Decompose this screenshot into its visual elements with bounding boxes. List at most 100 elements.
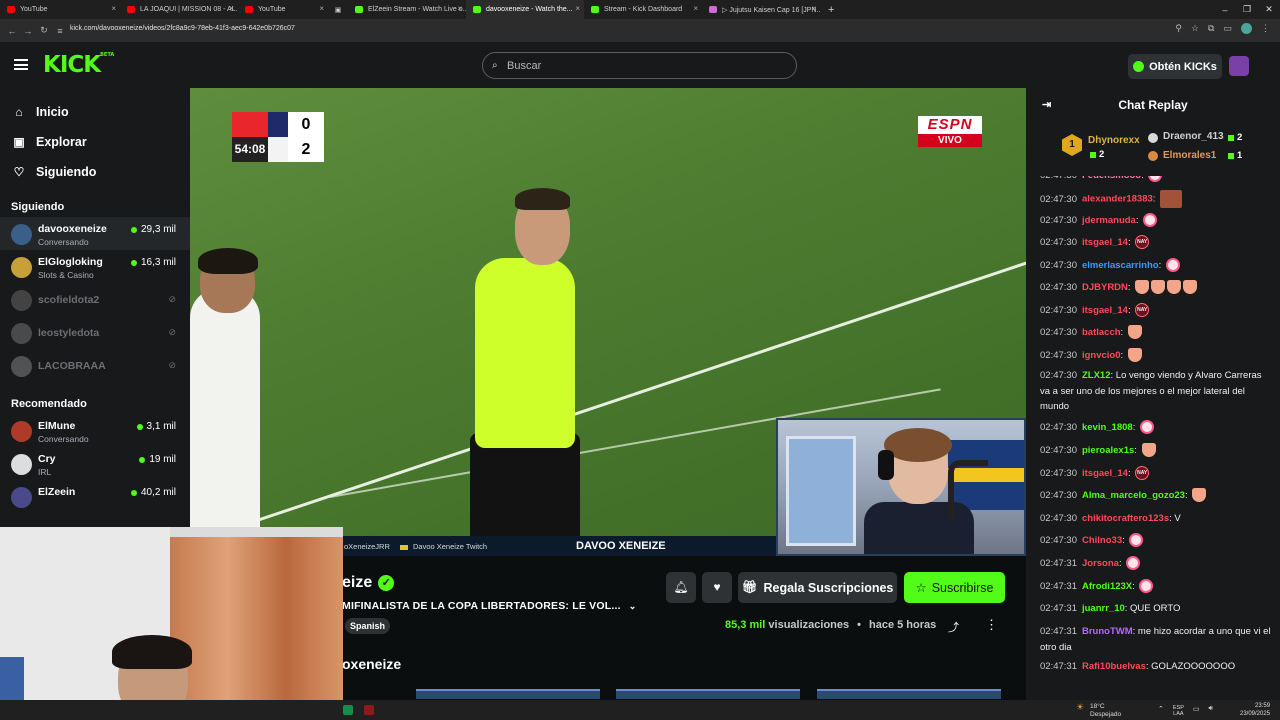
sidebar-channel[interactable]: ElMune Conversando 3,1 mil — [0, 414, 190, 447]
message-username[interactable]: DJBYRDN — [1082, 282, 1128, 293]
get-kicks-button[interactable]: Obtén KICKs — [1128, 54, 1222, 79]
message-username[interactable]: BrunoTWM — [1082, 626, 1133, 637]
new-tab-icon[interactable]: + — [820, 0, 842, 19]
language-tag[interactable]: Spanish — [345, 618, 391, 634]
site-info-icon[interactable]: ≡ — [52, 26, 68, 36]
chat-message[interactable]: 02:47:30 ZLX12: Lo vengo viendo y Alvaro … — [1040, 368, 1272, 415]
message-username[interactable]: Afrodi123X — [1082, 581, 1132, 592]
chat-message[interactable]: 02:47:30 jdermanuda: — [1040, 213, 1272, 229]
follow-button[interactable]: ♥ — [702, 572, 732, 603]
message-username[interactable]: itsgael_14 — [1082, 468, 1128, 479]
forward-icon[interactable]: → — [20, 26, 36, 36]
chat-message[interactable]: 02:47:30 itsgael_14: NAY — [1040, 235, 1272, 251]
zoom-icon[interactable]: ⚲ — [1175, 23, 1182, 34]
message-username[interactable]: chikitocraftero123s — [1082, 513, 1169, 524]
sidebar-channel[interactable]: leostyledota ⊘ — [0, 316, 190, 349]
chat-message[interactable]: 02:47:30 Fedensmooo: — [1040, 176, 1272, 184]
tab-media-icon[interactable]: ▣ — [328, 0, 348, 19]
url-text[interactable]: kick.com/davooxeneize/videos/2fc8a9c9-78… — [70, 25, 295, 32]
message-username[interactable]: Alma_marcelo_gozo23 — [1082, 490, 1185, 501]
chevron-down-icon[interactable]: ⌄ — [629, 601, 637, 611]
browser-tab[interactable]: davooxeneize - Watch the... × — [466, 0, 584, 19]
video-player[interactable]: 0 54:08 2 ESPN VIVO oXeneizeJRR Davoo Xe… — [190, 88, 1026, 556]
sidebar-channel[interactable]: Cry IRL 19 mil — [0, 447, 190, 480]
search-bar[interactable]: ⌕ — [482, 52, 797, 79]
message-username[interactable]: elmerlascarrinho — [1082, 260, 1159, 271]
video-thumbnail[interactable] — [416, 689, 600, 699]
search-input[interactable] — [507, 58, 787, 74]
chat-message[interactable]: 02:47:30 pieroalex1s: — [1040, 443, 1272, 459]
sidebar-channel[interactable]: LACOBRAAA ⊘ — [0, 349, 190, 382]
chat-message[interactable]: 02:47:30 DJBYRDN: — [1040, 280, 1272, 296]
video-thumbnail[interactable] — [616, 689, 800, 699]
close-tab-icon[interactable]: × — [229, 4, 234, 13]
chat-message[interactable]: 02:47:31 Jorsona: — [1040, 556, 1272, 572]
message-username[interactable]: Chilno33 — [1082, 535, 1122, 546]
message-username[interactable]: itsgael_14 — [1082, 305, 1128, 316]
sidebar-channel[interactable]: ElGlogloking Slots & Casino 16,3 mil — [0, 250, 190, 283]
message-username[interactable]: ignvcio0 — [1082, 350, 1121, 361]
close-tab-icon[interactable]: × — [811, 4, 816, 13]
message-username[interactable]: kevin_1808 — [1082, 422, 1133, 433]
chat-message[interactable]: 02:47:30 Chilno33: — [1040, 533, 1272, 549]
message-username[interactable]: batlacch — [1082, 327, 1121, 338]
browser-tab[interactable]: YouTube × — [238, 0, 328, 19]
chat-message[interactable]: 02:47:30 chikitocraftero123s: V — [1040, 511, 1272, 527]
browser-tab[interactable]: Stream - Kick Dashboard × — [584, 0, 702, 19]
channel-title[interactable]: eize ✓ — [342, 574, 395, 592]
profile-avatar[interactable] — [1241, 23, 1252, 34]
volume-icon[interactable]: 🔊︎ — [1209, 705, 1213, 717]
close-tab-icon[interactable]: × — [111, 4, 116, 13]
user-avatar[interactable] — [1229, 56, 1249, 76]
kick-logo[interactable]: KICKBETA — [43, 52, 114, 78]
sidebar-channel[interactable]: ElZeein 40,2 mil — [0, 480, 190, 513]
message-username[interactable]: Jorsona — [1082, 558, 1119, 569]
clock[interactable]: 23:59 23/09/2025 — [1240, 702, 1270, 718]
chat-message[interactable]: 02:47:30 itsgael_14: NAY — [1040, 466, 1272, 482]
chat-message[interactable]: 02:47:30 alexander18383: — [1040, 190, 1272, 208]
stream-title[interactable]: MIFINALISTA DE LA COPA LIBERTADORES: LE … — [342, 600, 636, 612]
chat-message[interactable]: 02:47:30 itsgael_14: NAY — [1040, 303, 1272, 319]
language-indicator[interactable]: ESP LAA — [1173, 705, 1184, 717]
message-username[interactable]: itsgael_14 — [1082, 237, 1128, 248]
chat-message[interactable]: 02:47:30 Alma_marcelo_gozo23: — [1040, 488, 1272, 504]
notification-bell-button[interactable]: 🔔︎ — [666, 572, 696, 603]
app-taskbar-icon[interactable] — [364, 705, 374, 715]
sidebar-channel[interactable]: scofieldota2 ⊘ — [0, 283, 190, 316]
leader-3-name[interactable]: Elmorales1 — [1163, 150, 1216, 161]
chat-message[interactable]: 02:47:31 juanrr_10: QUE ORTO — [1040, 601, 1272, 617]
nav-item-explorar[interactable]: ▣ Explorar — [0, 127, 190, 157]
chat-message[interactable]: 02:47:30 ignvcio0: — [1040, 348, 1272, 364]
browser-menu-icon[interactable]: ⋮ — [1261, 23, 1270, 34]
close-window-icon[interactable]: ✕ — [1258, 4, 1280, 15]
chat-message[interactable]: 02:47:31 Rafi10buelvas: GOLAZOOOOOOO — [1040, 659, 1272, 675]
message-username[interactable]: pieroalex1s — [1082, 445, 1134, 456]
share-icon[interactable]: ⤴ — [948, 619, 959, 635]
sidepanel-icon[interactable]: ▭ — [1223, 23, 1232, 34]
subscribe-button[interactable]: ☆ Suscribirse — [904, 572, 1005, 603]
reload-icon[interactable]: ↻ — [36, 25, 52, 36]
message-username[interactable]: ZLX12 — [1082, 370, 1111, 381]
browser-tab[interactable]: ▷ Jujutsu Kaisen Cap 16 [JPN... × — [702, 0, 820, 19]
maximize-icon[interactable]: ❐ — [1236, 4, 1258, 15]
chat-message[interactable]: 02:47:30 batlacch: — [1040, 325, 1272, 341]
browser-tab[interactable]: LA JOAQUI | MISSION 08 - AL... × — [120, 0, 238, 19]
message-username[interactable]: juanrr_10 — [1082, 603, 1125, 614]
minimize-icon[interactable]: – — [1214, 5, 1236, 15]
close-tab-icon[interactable]: × — [319, 4, 324, 13]
gift-subs-button[interactable]: 🎁︎ Regala Suscripciones — [738, 572, 897, 603]
more-options-icon[interactable]: ⋮ — [985, 617, 998, 633]
browser-tab[interactable]: ElZeein Stream - Watch Live o... × — [348, 0, 466, 19]
chat-message[interactable]: 02:47:30 elmerlascarrinho: — [1040, 258, 1272, 274]
close-tab-icon[interactable]: × — [693, 4, 698, 13]
nav-item-siguiendo[interactable]: ♡ Siguiendo — [0, 157, 190, 187]
leader-1-name[interactable]: Dhynorexx — [1088, 135, 1140, 146]
message-username[interactable]: jdermanuda — [1082, 215, 1136, 226]
message-username[interactable]: Fedensmooo — [1082, 176, 1141, 181]
chat-message[interactable]: 02:47:31 Afrodi123X: — [1040, 579, 1272, 595]
close-tab-icon[interactable]: × — [457, 4, 462, 13]
video-thumbnail[interactable] — [817, 689, 1001, 699]
sidebar-channel[interactable]: davooxeneize Conversando 29,3 mil — [0, 217, 190, 250]
message-username[interactable]: alexander18383 — [1082, 194, 1153, 205]
leader-2-name[interactable]: Draenor_413 — [1163, 131, 1224, 142]
